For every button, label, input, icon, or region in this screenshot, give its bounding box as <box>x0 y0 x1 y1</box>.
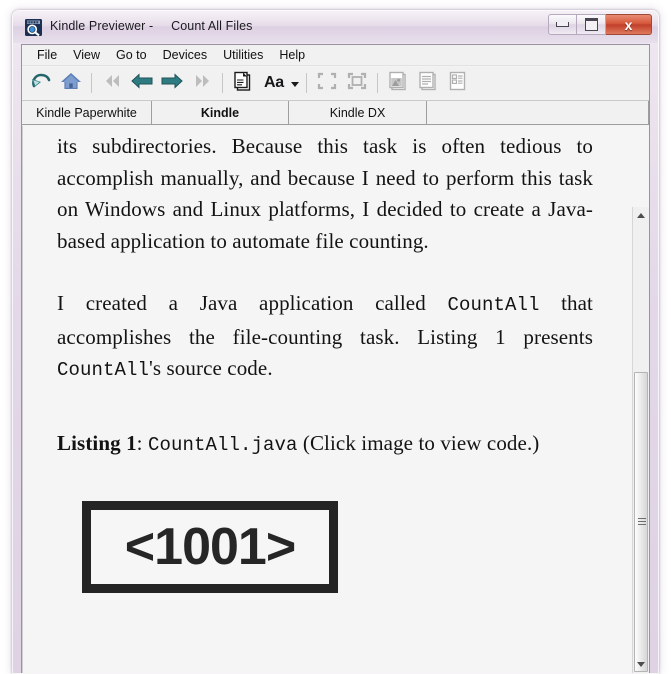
inline-code-countall-2: CountAll <box>57 359 150 381</box>
scroll-up-arrow-icon <box>637 213 645 218</box>
title-bar[interactable]: Kindle Previewer - Count All Files x <box>13 11 658 43</box>
maximize-icon <box>584 18 598 31</box>
tab-kindle[interactable]: Kindle <box>152 101 289 124</box>
paragraph-2: I created a Java application called Coun… <box>57 288 593 387</box>
toolbar-separator-3 <box>305 73 307 93</box>
menu-item-devices[interactable]: Devices <box>155 46 215 65</box>
preview-pane: its subdirectories. Because this task is… <box>22 126 649 673</box>
scroll-thumb-grip-icon <box>638 518 646 526</box>
menu-item-view[interactable]: View <box>65 46 108 65</box>
home-button[interactable] <box>56 69 86 97</box>
previous-page-icon <box>130 72 154 95</box>
actual-size-button <box>342 69 372 97</box>
menu-item-utilities[interactable]: Utilities <box>215 46 271 65</box>
tab-label: Kindle DX <box>329 105 386 120</box>
desktop-background: Kindle Previewer - Count All Files x Fil… <box>0 0 671 674</box>
close-button[interactable]: x <box>606 14 652 35</box>
listing-caption: Listing 1: CountAll.java (Click image to… <box>57 428 593 462</box>
refresh-icon <box>30 71 52 96</box>
scroll-up-button[interactable] <box>633 207 649 224</box>
tab-strip-filler <box>427 101 649 124</box>
text-view-icon <box>417 70 439 97</box>
layout-view-icon <box>447 70 469 97</box>
application-window: Kindle Previewer - Count All Files x Fil… <box>12 10 659 674</box>
menu-bar: File View Go to Devices Utilities Help <box>22 45 649 66</box>
font-settings-label: Aa <box>264 74 284 91</box>
tab-kindle-dx[interactable]: Kindle DX <box>289 101 427 124</box>
kindle-previewer-icon <box>24 18 43 37</box>
tab-kindle-paperwhite[interactable]: Kindle Paperwhite <box>22 101 152 124</box>
listing-caption-colon: : <box>136 430 148 455</box>
toolbar-separator-4 <box>376 73 378 93</box>
menu-item-file[interactable]: File <box>29 46 65 65</box>
paragraph-2-text-3: 's source code. <box>149 356 273 380</box>
scroll-thumb[interactable] <box>634 372 648 672</box>
toolbar-separator-2 <box>222 73 223 93</box>
refresh-button[interactable] <box>26 69 56 97</box>
paragraph-2-text-1: I created a Java application called <box>57 291 448 315</box>
book-page: its subdirectories. Because this task is… <box>22 126 617 673</box>
close-icon: x <box>624 16 633 33</box>
maximize-button[interactable] <box>577 14 606 35</box>
client-area: File View Go to Devices Utilities Help A… <box>21 44 650 673</box>
window-controls: x <box>548 14 652 36</box>
next-page-button[interactable] <box>157 69 187 97</box>
paragraph-1: its subdirectories. Because this task is… <box>57 134 593 253</box>
device-tab-strip: Kindle Paperwhite Kindle Kindle DX <box>22 100 649 125</box>
scroll-down-arrow-icon <box>637 662 645 667</box>
image-view-icon <box>387 70 409 97</box>
minimize-button[interactable] <box>548 14 577 35</box>
listing-caption-note: (Click image to view code.) <box>297 430 540 455</box>
minimize-icon <box>556 22 569 27</box>
previous-page-button[interactable] <box>127 69 157 97</box>
fit-page-icon <box>316 71 338 96</box>
pages-button[interactable] <box>228 69 258 97</box>
toolbar-separator-1 <box>91 73 92 93</box>
inline-code-countall-1: CountAll <box>447 294 540 316</box>
window-title: Kindle Previewer - Count All Files <box>50 19 253 33</box>
home-icon <box>60 71 82 96</box>
first-page-button <box>97 69 127 97</box>
text-view-button <box>413 69 443 97</box>
layout-view-button <box>443 69 473 97</box>
actual-size-icon <box>346 71 368 96</box>
tab-label: Kindle <box>200 105 240 120</box>
listing-caption-filename: CountAll.java <box>147 433 298 456</box>
tab-label: Kindle Paperwhite <box>36 105 137 120</box>
first-page-icon <box>101 72 123 95</box>
menu-item-help[interactable]: Help <box>271 46 313 65</box>
listing-caption-label: Listing 1 <box>57 430 137 455</box>
menu-item-goto[interactable]: Go to <box>108 46 155 65</box>
listing-image-placeholder[interactable]: <1001> <box>82 501 338 593</box>
pages-icon <box>232 70 254 97</box>
next-page-icon <box>160 72 184 95</box>
last-page-icon <box>191 72 213 95</box>
scroll-down-button[interactable] <box>633 656 649 673</box>
toolbar: Aa <box>22 67 649 99</box>
fit-page-button <box>312 69 342 97</box>
font-settings-button[interactable]: Aa <box>258 74 301 92</box>
vertical-scrollbar[interactable] <box>632 207 649 673</box>
listing-image-placeholder-text: <1001> <box>124 518 296 576</box>
image-view-button <box>383 69 413 97</box>
chevron-down-icon <box>290 82 299 87</box>
last-page-button <box>187 69 217 97</box>
